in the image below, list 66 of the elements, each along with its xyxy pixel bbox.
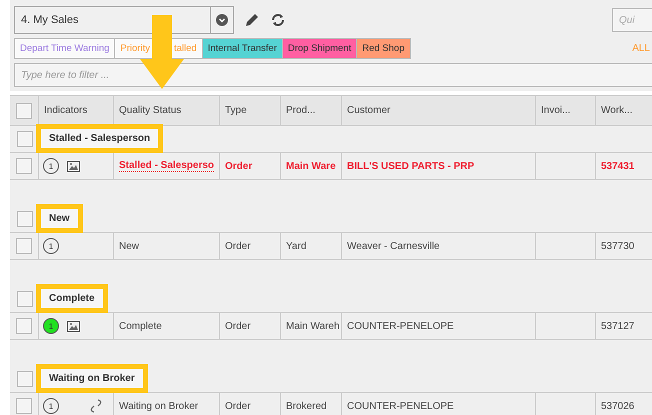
column-header[interactable]: Work... <box>595 96 652 126</box>
tag[interactable]: Drop Shipment <box>282 39 358 58</box>
image-icon <box>67 160 80 172</box>
tag[interactable]: Red Shop <box>357 39 410 58</box>
filter-field[interactable]: Type here to filter ... <box>14 63 652 87</box>
tag-text: talled <box>174 43 197 54</box>
row-checkbox[interactable] <box>16 318 32 334</box>
table-cell: COUNTER-PENELOPE <box>341 392 535 415</box>
tag-text: Priority <box>120 43 150 54</box>
view-select[interactable]: 4. My Sales <box>14 6 234 34</box>
group-label: Waiting on Broker <box>36 364 148 393</box>
count-badge: 1 <box>43 318 59 334</box>
dropdown-icon[interactable] <box>216 14 228 26</box>
column-header[interactable]: Type <box>219 96 280 126</box>
image-icon <box>67 320 80 332</box>
group-label: Stalled - Salesperson <box>36 124 164 153</box>
table-cell: COUNTER-PENELOPE <box>341 312 535 340</box>
group-checkbox[interactable] <box>17 291 33 307</box>
table-cell <box>535 152 595 180</box>
table-cell: Yard <box>280 232 341 260</box>
table-cell: Waiting on Broker <box>113 392 219 415</box>
table-cell: Order <box>219 232 280 260</box>
table-cell: New <box>113 232 219 260</box>
group-checkbox[interactable] <box>17 211 33 227</box>
table-cell <box>535 312 595 340</box>
table-cell <box>535 232 595 260</box>
count-badge: 1 <box>43 238 59 254</box>
column-header[interactable]: Customer <box>341 96 535 126</box>
select-all-checkbox[interactable] <box>16 102 32 118</box>
table-cell: BILL'S USED PARTS - PRP <box>341 152 535 180</box>
column-header[interactable]: Prod... <box>280 96 341 126</box>
table-cell: Stalled - Salesperso <box>113 152 219 180</box>
group-checkbox[interactable] <box>17 131 33 147</box>
column-header[interactable]: Indicators <box>38 96 113 126</box>
tag[interactable]: Internal Transfer <box>202 39 283 58</box>
table-cell: 537431 <box>595 152 652 180</box>
column-header[interactable]: Quality Status <box>113 96 219 126</box>
tag-text: Depart Time Warning <box>20 43 110 54</box>
row-checkbox[interactable] <box>16 238 32 254</box>
tag-text: Drop Shipment <box>288 43 352 54</box>
table-cell: 537730 <box>595 232 652 260</box>
table-cell: Weaver - Carnesville <box>341 232 535 260</box>
table-cell: 537127 <box>595 312 652 340</box>
table-cell: Order <box>219 392 280 415</box>
quick-search-field[interactable]: Qui <box>612 8 652 32</box>
table-cell: 537026 <box>595 392 652 415</box>
row-checkbox[interactable] <box>16 398 32 414</box>
group-label: New <box>36 204 83 233</box>
table-cell: Brokered <box>280 392 341 415</box>
count-badge: 1 <box>43 398 59 414</box>
tag-text: Red Shop <box>362 43 404 54</box>
group-label: Complete <box>36 284 108 313</box>
count-badge: 1 <box>43 158 59 174</box>
table-cell: Order <box>219 152 280 180</box>
refresh-icon[interactable] <box>270 12 286 28</box>
pencil-icon[interactable] <box>244 12 260 28</box>
tag-text: Internal Transfer <box>208 43 277 54</box>
table-cell: Complete <box>113 312 219 340</box>
group-checkbox[interactable] <box>17 371 33 387</box>
column-header[interactable]: Invoi... <box>535 96 595 126</box>
row-checkbox[interactable] <box>16 158 32 174</box>
link-icon <box>89 399 103 413</box>
view-select-value: 4. My Sales <box>20 14 80 26</box>
table-cell: Order <box>219 312 280 340</box>
table-cell: Main Wareh <box>280 312 341 340</box>
table-cell: Main Ware <box>280 152 341 180</box>
